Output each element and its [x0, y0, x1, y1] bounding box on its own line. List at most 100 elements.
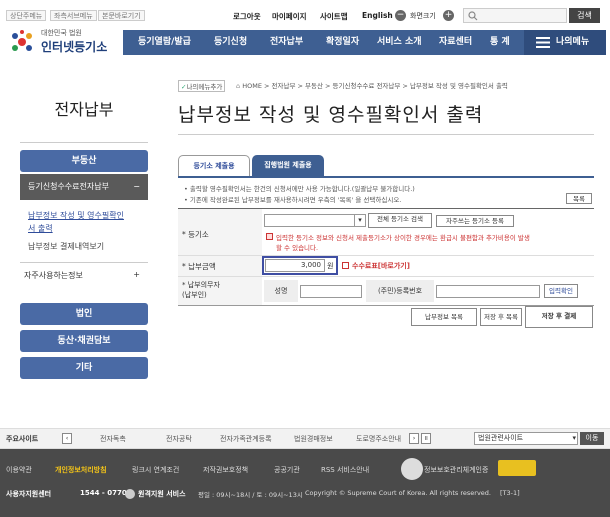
- sidebar-etc[interactable]: 기타: [20, 357, 148, 379]
- sidebar-item-payment-history[interactable]: 납부정보 결제내역보기: [28, 240, 104, 253]
- name-input[interactable]: [300, 285, 362, 298]
- skip-link-main-menu[interactable]: 상단주메뉴: [6, 10, 47, 21]
- amount-label: * 납부금액: [182, 262, 216, 271]
- tab-execution-court[interactable]: 집행법원 제출용: [252, 155, 324, 176]
- nav-item-stats[interactable]: 통 계: [490, 30, 510, 55]
- divider: [178, 134, 594, 135]
- warning-icon: [266, 233, 273, 240]
- footer-site-item[interactable]: 전자가족관계등록: [220, 434, 272, 444]
- save-list-button[interactable]: 저장 후 목록: [480, 308, 522, 326]
- go-button[interactable]: 이동: [580, 432, 604, 445]
- sidebar-frequent-info[interactable]: 자주사용하는정보 +: [24, 270, 144, 281]
- notice-reuse: • 기존에 작성완료된 납부정보를 재사용하시려면 우측의 '목록' 을 선택하…: [184, 196, 402, 204]
- nav-item-data-center[interactable]: 자료센터: [439, 30, 472, 55]
- tab-underline: [178, 176, 594, 178]
- prev-arrow-icon[interactable]: ‹: [62, 433, 72, 444]
- fee-table-icon: [342, 262, 349, 269]
- mypage-link[interactable]: 마이페이지: [272, 11, 307, 22]
- sidebar-corporation[interactable]: 법인: [20, 303, 148, 325]
- support-phone: 1544 - 0770: [80, 489, 127, 497]
- footer-site-item[interactable]: 전자독촉: [100, 434, 126, 444]
- sidebar-item-label: 납부정보 작성 및 영수필확인: [28, 211, 124, 220]
- footer-link-copyright[interactable]: 저작권보호정책: [203, 465, 248, 475]
- sidebar-section-fee-payment[interactable]: 등기신청수수료전자납부 −: [20, 174, 148, 200]
- divider: [20, 262, 148, 263]
- sidebar-frequent-label: 자주사용하는정보: [24, 271, 83, 280]
- logout-link[interactable]: 로그아웃: [233, 11, 261, 22]
- collapse-icon: −: [133, 182, 140, 191]
- next-arrow-icon[interactable]: ›: [409, 433, 419, 444]
- skip-link-content[interactable]: 본문바로기기: [98, 10, 145, 21]
- save-pay-button[interactable]: 저장 후 결제: [525, 306, 593, 328]
- my-menu-button[interactable]: 나의메뉴: [524, 30, 606, 55]
- my-menu-label: 나의메뉴: [556, 37, 590, 47]
- related-site-select[interactable]: 법원관련사이트 ▾: [474, 432, 578, 445]
- footer-link-link-policy[interactable]: 링크시 연계조건: [132, 465, 179, 475]
- sidebar-real-estate[interactable]: 부동산: [20, 150, 148, 172]
- footer-site-item[interactable]: 도로명주소안내: [356, 434, 401, 444]
- hamburger-icon: [536, 37, 550, 48]
- sidebar-item-label: 서 출력: [28, 224, 53, 233]
- warning-line: 입력한 등기소 정보와 신청서 제출등기소가 상이한 경우에는 환급시 불편함과…: [276, 234, 530, 242]
- sidebar-item-write-payment[interactable]: 납부정보 작성 및 영수필확인서 출력: [28, 209, 124, 235]
- notice-single-use: • 출력할 영수필확인서는 한건의 신청서에만 사용 가능합니다.(일괄납부 불…: [184, 185, 415, 193]
- remote-support-link[interactable]: 원격지원 서비스: [138, 489, 186, 499]
- page-title: 납부정보 작성 및 영수필확인서 출력: [178, 104, 484, 126]
- list-button[interactable]: 목록: [566, 193, 592, 204]
- all-registry-search-button[interactable]: 전체 등기소 검색: [368, 213, 432, 228]
- footer-link-rss[interactable]: RSS 서비스안내: [321, 465, 369, 475]
- zoom-out-icon[interactable]: −: [395, 10, 406, 21]
- sidebar-movable-collateral[interactable]: 동산·채권담보: [20, 330, 148, 352]
- court-emblem-icon: [12, 30, 32, 51]
- nav-item-payment[interactable]: 전자납부: [270, 30, 303, 55]
- registry-select[interactable]: ▾: [264, 214, 366, 227]
- add-my-menu-button[interactable]: ✓나의메뉴추가: [178, 80, 226, 92]
- amount-unit: 원: [327, 262, 334, 270]
- warning-line: 할 수 있습니다.: [276, 244, 319, 252]
- frequent-registry-button[interactable]: 자주쓰는 등기소 등록: [436, 215, 514, 227]
- amount-input[interactable]: 3,000: [265, 259, 325, 272]
- breadcrumb-path: HOME > 전자납부 > 부동산 > 등기신청수수료 전자납부 > 납부정보 …: [242, 82, 508, 90]
- zoom-in-icon[interactable]: +: [443, 10, 454, 21]
- id-number-input[interactable]: [436, 285, 540, 298]
- pause-icon[interactable]: ॥: [421, 433, 431, 444]
- skip-link-side-menu[interactable]: 좌측서브메뉴: [50, 10, 97, 21]
- id-number-label: (주민)등록번호: [366, 280, 434, 302]
- nav-item-apply[interactable]: 등기신청: [214, 30, 247, 55]
- registry-label: * 등기소: [182, 230, 209, 239]
- footer-link-privacy[interactable]: 개인정보처리방침: [55, 465, 107, 475]
- search-button[interactable]: 검색: [569, 8, 600, 23]
- add-my-menu-label: 나의메뉴추가: [186, 83, 223, 91]
- logo-subtitle: 대한민국 법원: [41, 29, 82, 37]
- footer-site-item[interactable]: 법원경매정보: [294, 434, 333, 444]
- tab-registry-office[interactable]: 등기소 제출용: [178, 155, 250, 176]
- nav-item-fixed-date[interactable]: 확정일자: [326, 30, 359, 55]
- page-code: [T3-1]: [500, 489, 520, 497]
- search-input[interactable]: [463, 8, 567, 23]
- sitemap-link[interactable]: 사이트맵: [320, 11, 348, 22]
- footer-link-terms[interactable]: 이용약관: [6, 465, 32, 475]
- sidebar-section-label: 등기신청수수료전자납부: [28, 182, 109, 191]
- related-site-value: 법원관련사이트: [478, 434, 524, 442]
- remote-support-icon: [125, 489, 135, 499]
- name-label: 성명: [264, 280, 298, 302]
- registry-warning: 입력한 등기소 정보와 신청서 제출등기소가 상이한 경우에는 환급시 불편함과…: [276, 232, 530, 252]
- w3c-badge-icon: [498, 460, 536, 476]
- payer-label-line: (납부인): [182, 291, 207, 299]
- logo-title: 인터넷등기소: [41, 40, 108, 54]
- id-check-button[interactable]: 입력확인: [544, 284, 578, 298]
- sidebar-title: 전자납부: [54, 100, 114, 119]
- footer-site-item[interactable]: 전자공탁: [166, 434, 192, 444]
- nav-item-view-issue[interactable]: 등기열람/발급: [138, 30, 191, 55]
- search-icon: [468, 11, 478, 21]
- logo[interactable]: 대한민국 법원 인터넷등기소: [6, 27, 122, 57]
- english-link[interactable]: English: [362, 11, 393, 20]
- fee-table-link[interactable]: 수수료표[바로가기]: [352, 261, 410, 271]
- isms-badge-icon: [401, 458, 423, 480]
- font-size-label: 화면크기: [410, 12, 436, 20]
- support-center-label: 사용자지원센터: [6, 490, 52, 498]
- nav-item-service[interactable]: 서비스 소개: [377, 30, 422, 55]
- footer-link-public[interactable]: 공공기관: [274, 465, 300, 475]
- expand-icon: +: [133, 270, 140, 279]
- payment-list-button[interactable]: 납부정보 목록: [411, 308, 477, 326]
